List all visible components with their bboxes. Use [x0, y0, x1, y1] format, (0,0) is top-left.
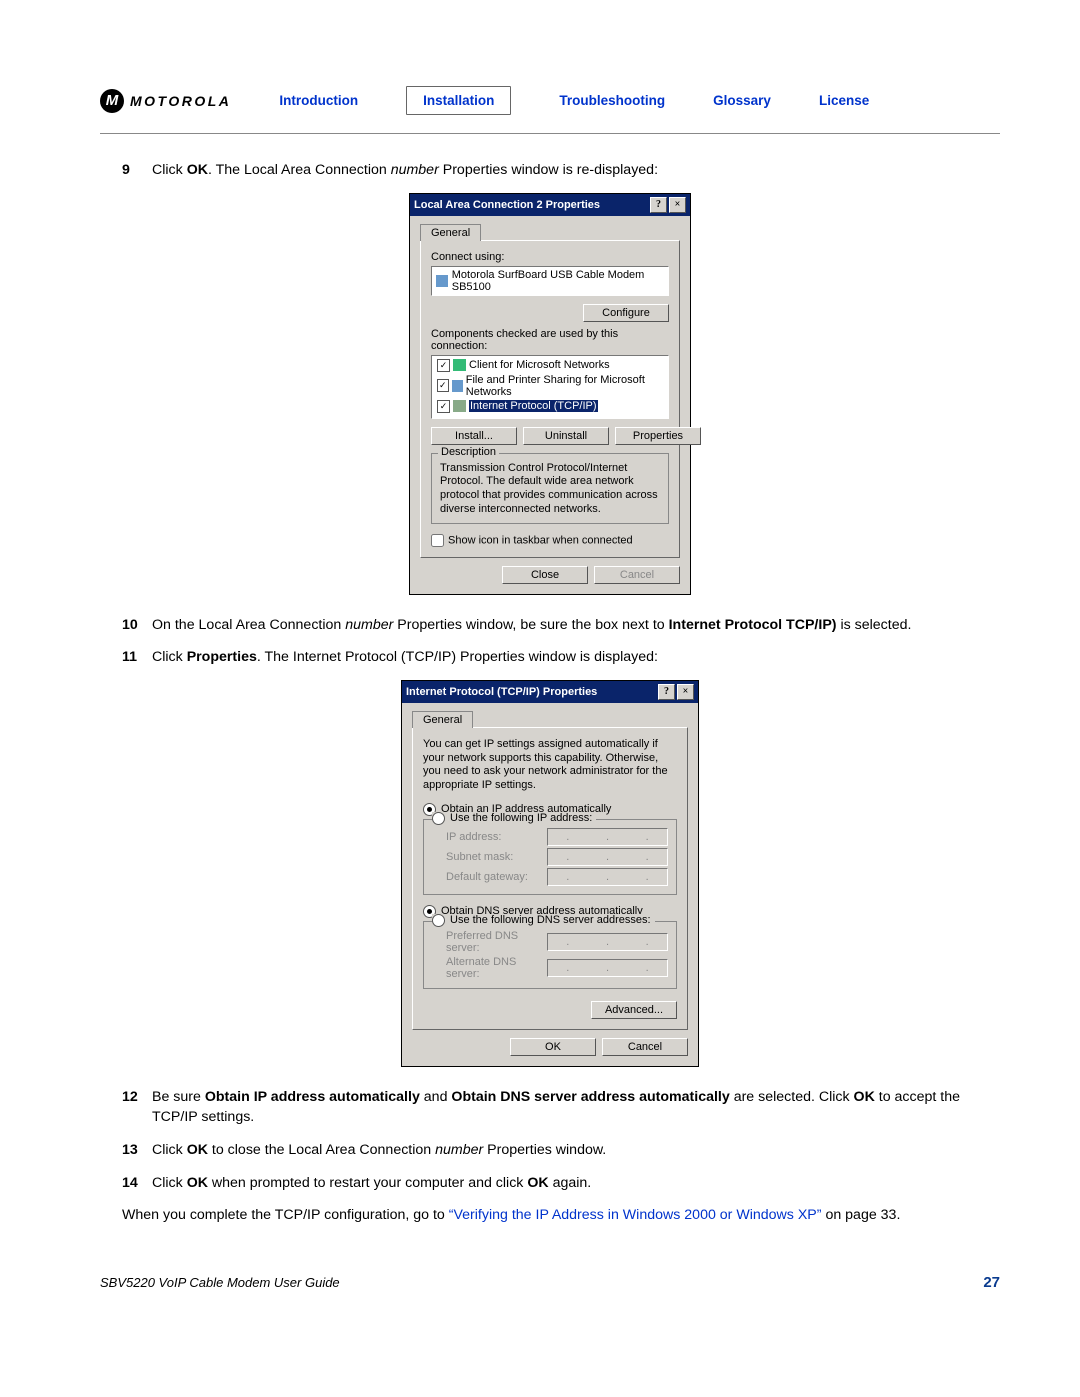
tab-panel: You can get IP settings assigned automat… — [412, 727, 688, 1030]
components-label: Components checked are used by this conn… — [431, 328, 669, 352]
dialog-titlebar: Local Area Connection 2 Properties ? × — [410, 194, 690, 216]
guide-title: SBV5220 VoIP Cable Modem User Guide — [100, 1275, 340, 1290]
step-12: 12 Be sure Obtain IP address automatical… — [122, 1087, 1000, 1128]
step-13: 13 Click OK to close the Local Area Conn… — [122, 1140, 1000, 1161]
protocol-icon — [453, 400, 466, 412]
xref-link[interactable]: “Verifying the IP Address in Windows 200… — [449, 1207, 822, 1223]
nav-troubleshooting[interactable]: Troubleshooting — [559, 93, 665, 108]
list-item[interactable]: ✓Internet Protocol (TCP/IP) — [436, 399, 664, 414]
step-text: Click OK to close the Local Area Connect… — [152, 1140, 1000, 1161]
page-footer: SBV5220 VoIP Cable Modem User Guide 27 — [100, 1274, 1000, 1291]
step-number: 10 — [122, 615, 152, 636]
properties-button[interactable]: Properties — [615, 427, 701, 445]
adapter-field: Motorola SurfBoard USB Cable Modem SB510… — [431, 266, 669, 296]
step-number: 14 — [122, 1173, 152, 1194]
dialog-title: Local Area Connection 2 Properties — [414, 199, 648, 211]
description-label: Description — [438, 446, 499, 458]
tab-panel: Connect using: Motorola SurfBoard USB Ca… — [420, 240, 680, 558]
subnet-input: ... — [547, 848, 668, 866]
step-number: 9 — [122, 160, 152, 181]
step-number: 13 — [122, 1140, 152, 1161]
show-icon-row[interactable]: Show icon in taskbar when connected — [431, 534, 669, 547]
ip-address-row: IP address:... — [446, 828, 668, 846]
use-dns-radio[interactable]: Use the following DNS server addresses: — [432, 914, 655, 927]
nav-glossary[interactable]: Glossary — [713, 93, 771, 108]
page-header: M MOTOROLA Introduction Installation Tro… — [100, 86, 1000, 134]
list-item[interactable]: ✓Client for Microsoft Networks — [436, 358, 664, 373]
step-14: 14 Click OK when prompted to restart you… — [122, 1173, 1000, 1194]
tcpip-properties-dialog: Internet Protocol (TCP/IP) Properties ? … — [401, 680, 699, 1067]
uninstall-button[interactable]: Uninstall — [523, 427, 609, 445]
local-area-connection-dialog: Local Area Connection 2 Properties ? × G… — [409, 193, 691, 595]
step-text: Click OK. The Local Area Connection numb… — [152, 160, 1000, 181]
nav-introduction[interactable]: Introduction — [279, 93, 358, 108]
share-icon — [452, 380, 463, 392]
help-icon[interactable]: ? — [650, 197, 667, 213]
components-listbox[interactable]: ✓Client for Microsoft Networks ✓File and… — [431, 355, 669, 419]
step-10: 10 On the Local Area Connection number P… — [122, 615, 1000, 636]
client-icon — [453, 359, 466, 371]
dialog-titlebar: Internet Protocol (TCP/IP) Properties ? … — [402, 681, 698, 703]
close-icon[interactable]: × — [669, 197, 686, 213]
ok-button[interactable]: OK — [510, 1038, 596, 1056]
motorola-logo-icon: M — [100, 89, 124, 113]
cancel-button: Cancel — [594, 566, 680, 584]
document-page: M MOTOROLA Introduction Installation Tro… — [0, 0, 1080, 1351]
subnet-row: Subnet mask:... — [446, 848, 668, 866]
install-button[interactable]: Install... — [431, 427, 517, 445]
adapter-icon — [436, 275, 448, 287]
page-number: 27 — [983, 1274, 1000, 1291]
gateway-input: ... — [547, 868, 668, 886]
nav-installation[interactable]: Installation — [406, 86, 511, 115]
description-text: Transmission Control Protocol/Internet P… — [440, 462, 660, 517]
step-11: 11 Click Properties. The Internet Protoc… — [122, 647, 1000, 668]
closing-paragraph: When you complete the TCP/IP configurati… — [122, 1205, 1000, 1226]
gateway-row: Default gateway:... — [446, 868, 668, 886]
dialog-title: Internet Protocol (TCP/IP) Properties — [406, 686, 656, 698]
cancel-button[interactable]: Cancel — [602, 1038, 688, 1056]
alternate-dns-input: ... — [547, 959, 668, 977]
step-text: Click Properties. The Internet Protocol … — [152, 647, 1000, 668]
step-number: 12 — [122, 1087, 152, 1128]
configure-button[interactable]: Configure — [583, 304, 669, 322]
checkbox-icon[interactable]: ✓ — [437, 359, 450, 372]
ip-address-input: ... — [547, 828, 668, 846]
step-text: Click OK when prompted to restart your c… — [152, 1173, 1000, 1194]
use-ip-radio[interactable]: Use the following IP address: — [432, 812, 596, 825]
tab-general[interactable]: General — [420, 224, 481, 241]
tab-general[interactable]: General — [412, 711, 473, 728]
show-icon-checkbox[interactable] — [431, 534, 444, 547]
close-button[interactable]: Close — [502, 566, 588, 584]
preferred-dns-input: ... — [547, 933, 668, 951]
step-number: 11 — [122, 647, 152, 668]
brand-text: MOTOROLA — [130, 93, 231, 109]
preferred-dns-row: Preferred DNS server:... — [446, 930, 668, 954]
step-9: 9 Click OK. The Local Area Connection nu… — [122, 160, 1000, 181]
list-item[interactable]: ✓File and Printer Sharing for Microsoft … — [436, 373, 664, 399]
step-text: Be sure Obtain IP address automatically … — [152, 1087, 1000, 1128]
brand-logo: M MOTOROLA — [100, 89, 231, 113]
advanced-button[interactable]: Advanced... — [591, 1001, 677, 1019]
help-icon[interactable]: ? — [658, 684, 675, 700]
description-group: Description Transmission Control Protoco… — [431, 453, 669, 524]
connect-using-label: Connect using: — [431, 251, 669, 263]
checkbox-icon[interactable]: ✓ — [437, 400, 450, 413]
adapter-name: Motorola SurfBoard USB Cable Modem SB510… — [452, 269, 664, 293]
nav-license[interactable]: License — [819, 93, 869, 108]
close-icon[interactable]: × — [677, 684, 694, 700]
intro-text: You can get IP settings assigned automat… — [423, 738, 677, 793]
step-text: On the Local Area Connection number Prop… — [152, 615, 1000, 636]
checkbox-icon[interactable]: ✓ — [437, 379, 449, 392]
alternate-dns-row: Alternate DNS server:... — [446, 956, 668, 980]
